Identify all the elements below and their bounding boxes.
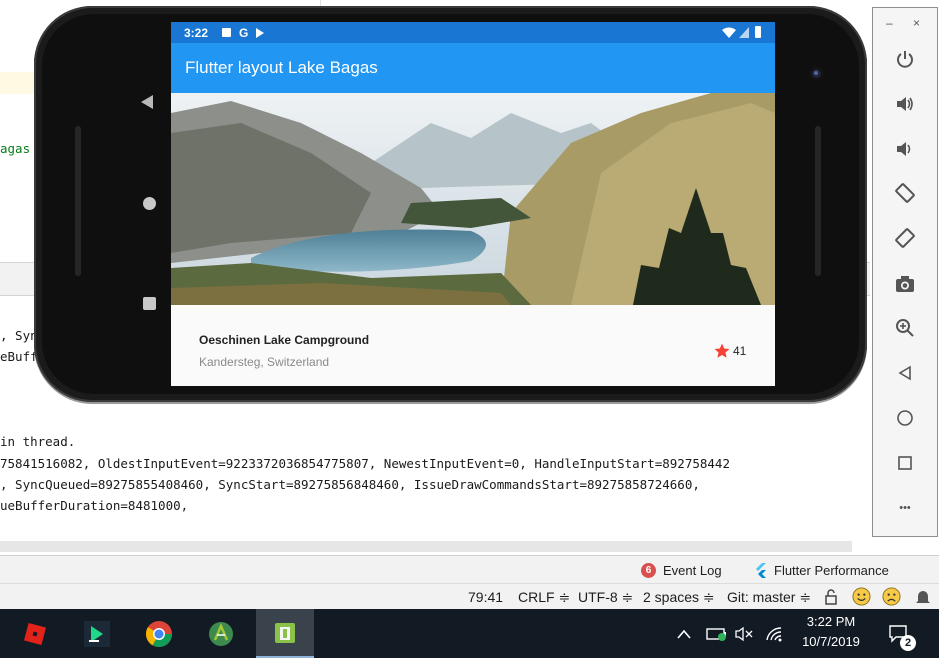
- flutter-icon: [756, 562, 766, 578]
- console-horizontal-scrollbar[interactable]: [0, 541, 852, 552]
- console-line: eBuff: [0, 349, 38, 364]
- clock-date: 10/7/2019: [802, 634, 860, 649]
- android-studio-icon[interactable]: [198, 609, 244, 658]
- place-title: Oeschinen Lake Campground: [199, 333, 370, 347]
- android-status-bar: 3:22 G: [171, 22, 775, 43]
- wifi-tray-icon[interactable]: [765, 609, 785, 658]
- clock-time: 3:22 PM: [806, 614, 856, 629]
- power-icon[interactable]: [873, 44, 937, 74]
- lake-landscape-image: [171, 93, 775, 305]
- play-icon: [256, 27, 265, 38]
- code-fragment: agas: [0, 141, 31, 156]
- phone-speaker-left: [75, 126, 81, 276]
- phone-back-icon[interactable]: [141, 95, 153, 109]
- star-icon[interactable]: [713, 342, 731, 360]
- phone-speaker-right: [815, 126, 821, 276]
- volume-muted-icon[interactable]: [734, 609, 754, 658]
- event-log-label: Event Log: [663, 562, 722, 578]
- happy-face-icon[interactable]: [852, 587, 871, 606]
- event-log-button[interactable]: 6 Event Log: [641, 561, 722, 579]
- a-notification-icon: [222, 28, 232, 37]
- flutter-performance-button[interactable]: Flutter Performance: [755, 561, 889, 579]
- show-hidden-icons-button[interactable]: [676, 609, 692, 658]
- windows-taskbar: 3:22 PM 10/7/2019 2: [0, 609, 939, 658]
- console-line: , Syn: [0, 328, 38, 343]
- phone-home-icon[interactable]: [143, 197, 156, 210]
- phone-recents-icon[interactable]: [143, 297, 156, 310]
- battery-icon: [755, 26, 761, 38]
- battery-tray-icon[interactable]: [706, 609, 728, 658]
- favorite-count: 41: [733, 344, 747, 358]
- phone-screen: 3:22 G Flutter layout Lake Bagas Oeschin…: [171, 22, 775, 386]
- console-line: , SyncQueued=89275855408460, SyncStart=8…: [0, 477, 700, 492]
- cursor-position[interactable]: 79:41: [468, 589, 503, 605]
- minimize-button[interactable]: –: [886, 16, 893, 30]
- file-encoding[interactable]: UTF-8 ≑: [578, 589, 633, 606]
- sad-face-icon[interactable]: [882, 587, 901, 606]
- roblox-icon[interactable]: [12, 609, 58, 658]
- overview-icon[interactable]: [873, 448, 937, 478]
- place-location: Kandersteg, Switzerland: [199, 355, 330, 369]
- tool-window-bar: 6 Event Log Flutter Performance: [0, 555, 939, 583]
- notification-count-badge: 2: [900, 635, 916, 651]
- zoom-icon[interactable]: [873, 313, 937, 343]
- volume-up-icon[interactable]: [873, 89, 937, 119]
- rotate-left-icon[interactable]: [873, 178, 937, 208]
- action-center-icon[interactable]: 2: [888, 609, 916, 658]
- lock-icon[interactable]: [824, 589, 838, 605]
- google-icon: G: [239, 25, 249, 40]
- clock[interactable]: 3:22 PM 10/7/2019: [793, 614, 869, 649]
- emulator-toolbar: – × •••: [872, 7, 938, 537]
- favorite-rating[interactable]: 41: [713, 342, 746, 360]
- home-icon[interactable]: [873, 403, 937, 433]
- app-bar: Flutter layout Lake Bagas: [171, 43, 775, 93]
- jetbrains-toolbox-icon[interactable]: [74, 609, 120, 658]
- event-log-badge: 6: [641, 562, 656, 578]
- back-icon[interactable]: [873, 358, 937, 388]
- app-title: Flutter layout Lake Bagas: [185, 58, 378, 77]
- console-line: 75841516082, OldestInputEvent=9223372036…: [0, 456, 730, 471]
- ide-status-bar: 79:41 CRLF ≑ UTF-8 ≑ 2 spaces ≑ Git: mas…: [0, 583, 939, 609]
- console-line: ueBufferDuration=8481000,: [0, 498, 189, 513]
- camera-icon[interactable]: [873, 269, 937, 299]
- desktop: agas , Syn eBuff in thread. 75841516082,…: [0, 0, 939, 658]
- close-button[interactable]: ×: [913, 16, 920, 30]
- flutter-performance-label: Flutter Performance: [774, 562, 889, 578]
- git-branch[interactable]: Git: master ≑: [727, 589, 811, 606]
- console-line: in thread.: [0, 434, 76, 449]
- chrome-icon[interactable]: [136, 609, 182, 658]
- notifications-icon[interactable]: [915, 588, 931, 606]
- more-icon[interactable]: •••: [873, 493, 937, 523]
- wifi-icon: [722, 27, 736, 38]
- phone-camera-icon: [809, 66, 824, 81]
- emulator-icon[interactable]: [256, 609, 314, 658]
- line-separator[interactable]: CRLF ≑: [518, 589, 570, 606]
- volume-down-icon[interactable]: [873, 134, 937, 164]
- status-time: 3:22: [184, 25, 209, 40]
- signal-icon: [739, 27, 749, 38]
- rotate-right-icon[interactable]: [873, 223, 937, 253]
- indent-setting[interactable]: 2 spaces ≑: [643, 589, 715, 606]
